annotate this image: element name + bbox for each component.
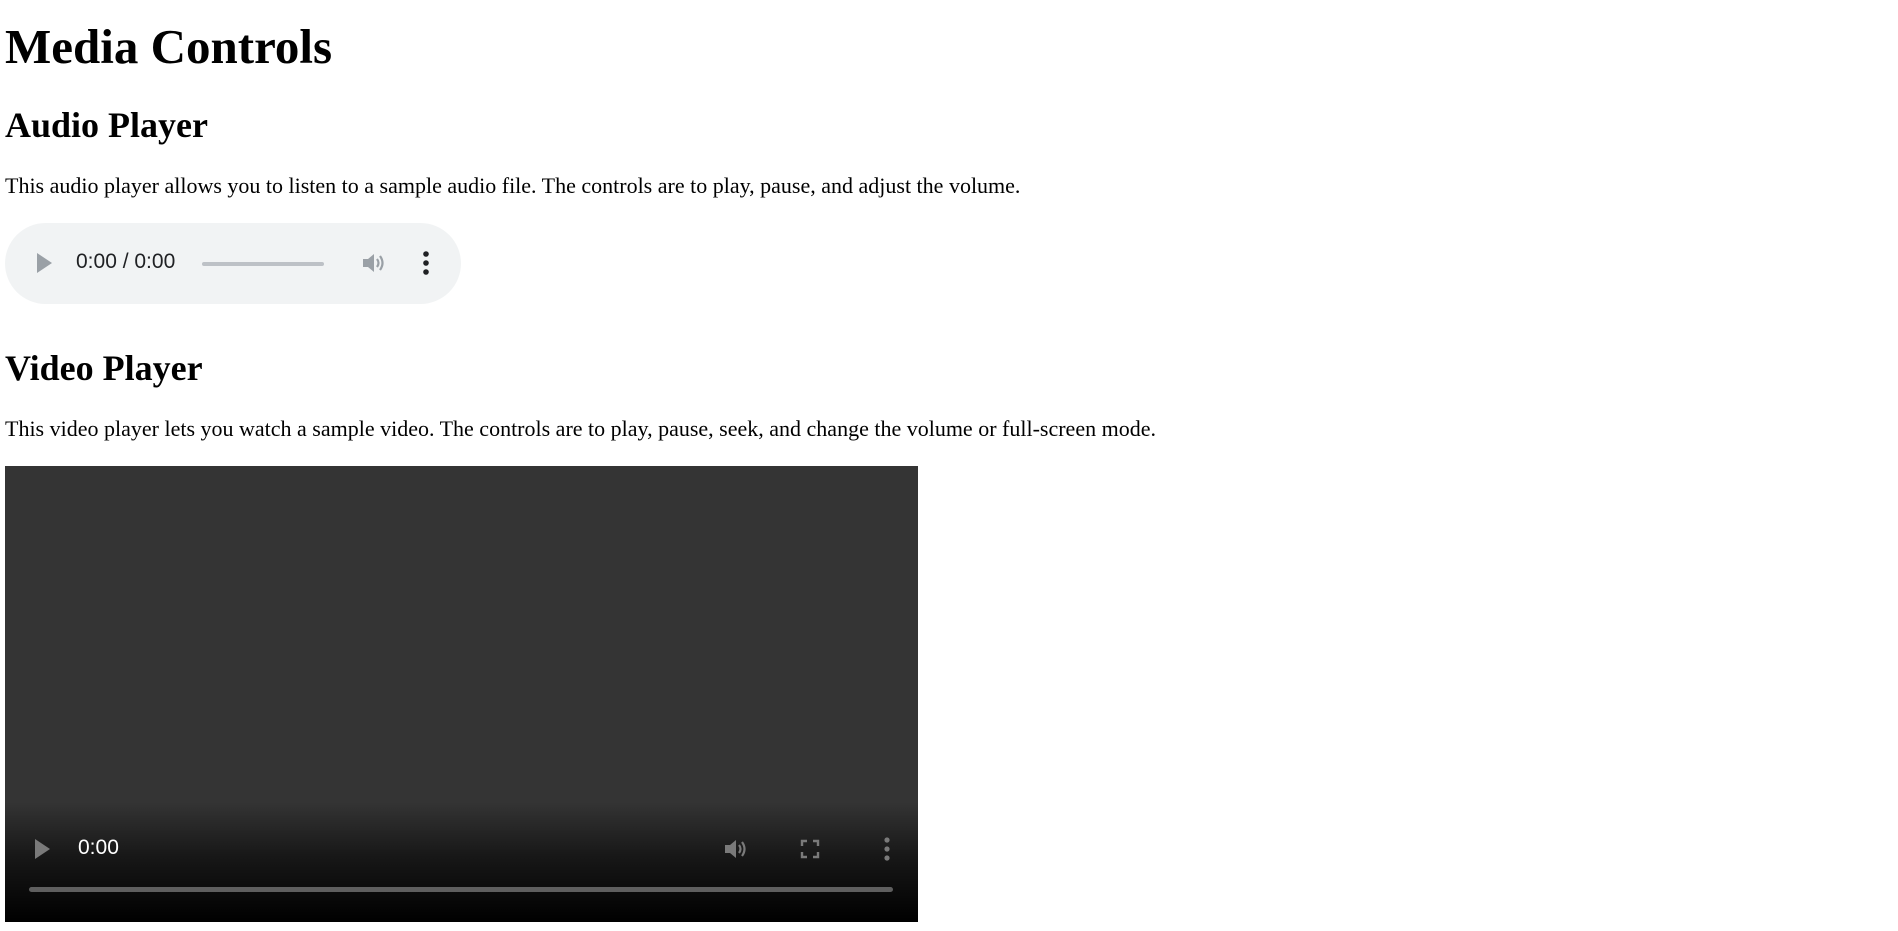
play-icon[interactable] <box>35 839 50 859</box>
audio-time-display: 0:00 / 0:00 <box>76 250 176 273</box>
audio-section-heading: Audio Player <box>5 105 208 145</box>
video-section-heading: Video Player <box>5 348 203 388</box>
volume-icon[interactable] <box>723 837 749 861</box>
volume-icon[interactable] <box>361 251 387 275</box>
page: Media Controls Audio Player This audio p… <box>0 0 1898 922</box>
video-time-display: 0:00 <box>78 836 119 859</box>
fullscreen-icon[interactable] <box>800 839 820 859</box>
audio-seek-bar[interactable] <box>202 262 324 266</box>
video-section-description: This video player lets you watch a sampl… <box>5 416 1156 441</box>
more-vert-icon[interactable] <box>881 835 893 863</box>
more-vert-icon[interactable] <box>417 249 435 277</box>
page-title: Media Controls <box>5 19 333 74</box>
audio-player[interactable]: 0:00 / 0:00 <box>5 223 461 304</box>
play-icon[interactable] <box>37 253 52 273</box>
video-seek-bar[interactable] <box>29 887 893 892</box>
audio-section-description: This audio player allows you to listen t… <box>5 173 1021 198</box>
video-player[interactable]: 0:00 <box>5 466 918 922</box>
video-controls-gradient <box>5 802 918 922</box>
